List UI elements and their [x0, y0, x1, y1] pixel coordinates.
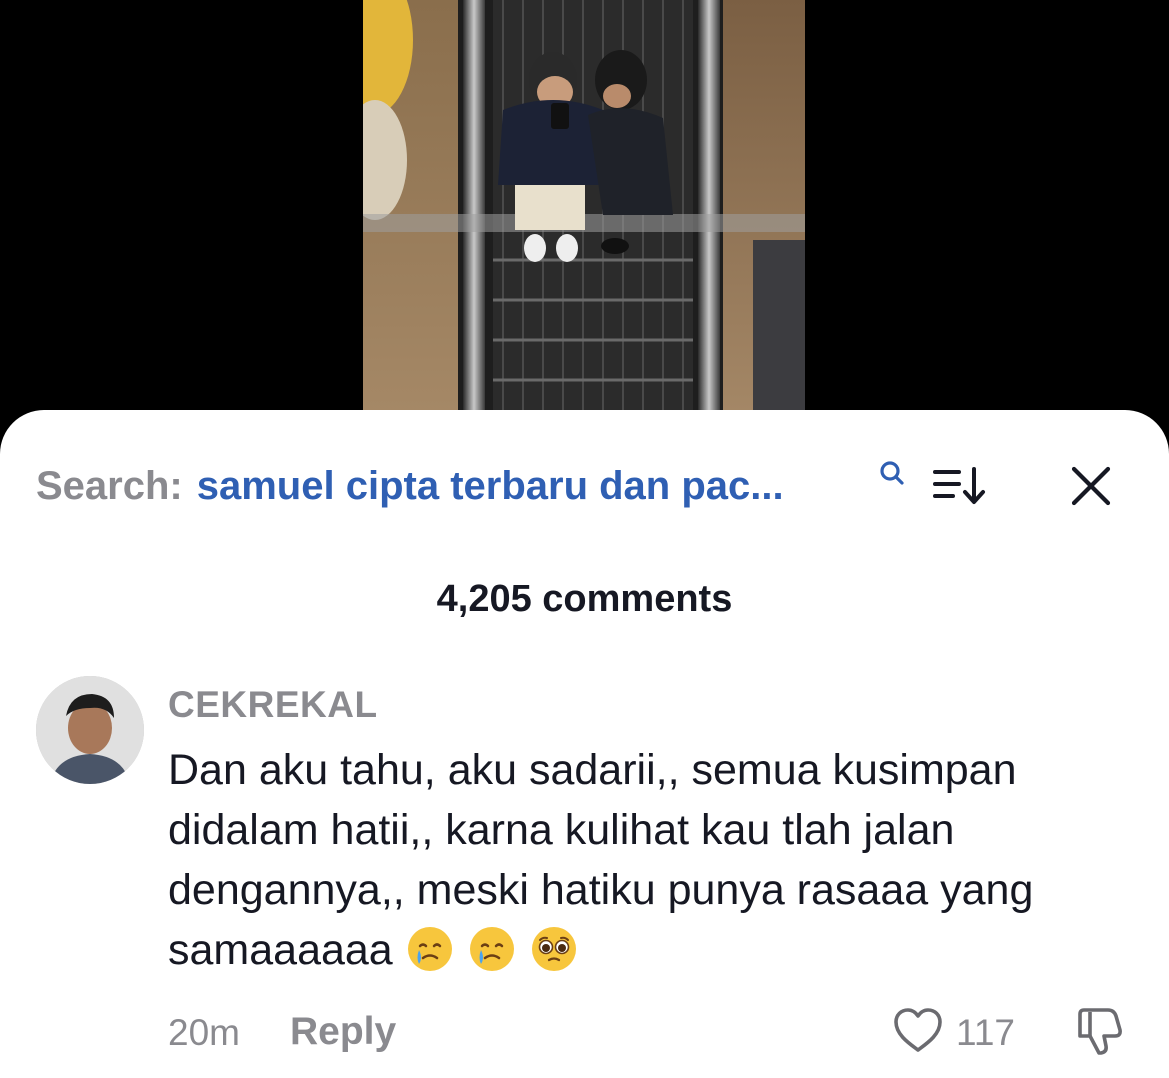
sort-icon[interactable]: [932, 466, 988, 506]
search-query-link[interactable]: samuel cipta terbaru dan pac...: [197, 464, 845, 509]
pleading-face-emoji-icon: [531, 927, 576, 971]
like-count: 117: [956, 1012, 1015, 1053]
comment-username[interactable]: CEKREKAL: [168, 684, 378, 726]
comment-body: Dan aku tahu, aku sadarii,, semua kusimp…: [168, 740, 1128, 980]
search-prefix-label: Search:: [36, 463, 183, 508]
crying-face-emoji-icon: [407, 927, 452, 971]
thumbs-down-icon[interactable]: [1072, 1004, 1124, 1058]
video-player[interactable]: [363, 0, 805, 412]
search-icon[interactable]: [876, 458, 908, 490]
reply-button[interactable]: Reply: [290, 1010, 396, 1054]
crying-face-emoji-icon: [469, 927, 514, 971]
app-root: Search: samuel cipta terbaru dan pac... …: [0, 0, 1169, 1078]
avatar-image: [36, 676, 144, 784]
comment-timestamp: 20m: [168, 1012, 240, 1053]
video-thumbnail: [363, 0, 805, 412]
heart-icon[interactable]: [892, 1004, 944, 1058]
comment-text: Dan aku tahu, aku sadarii,, semua kusimp…: [168, 746, 1034, 974]
search-bar[interactable]: Search: samuel cipta terbaru dan pac...: [36, 462, 845, 510]
close-icon[interactable]: [1068, 463, 1114, 509]
comment-count-heading: 4,205 comments: [436, 578, 733, 620]
avatar[interactable]: [36, 676, 144, 784]
